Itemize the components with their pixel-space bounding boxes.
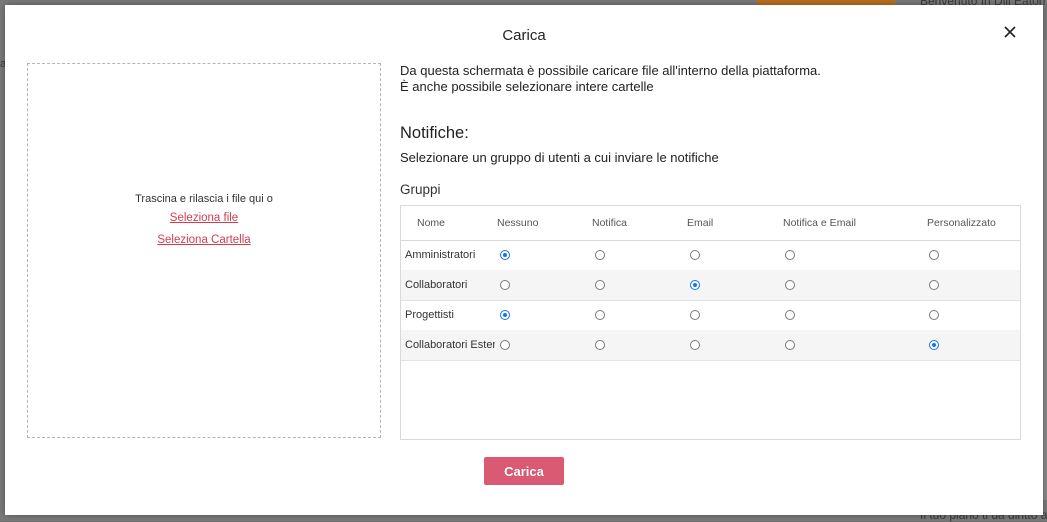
notification-option-radio[interactable] — [929, 280, 939, 290]
radio-cell — [500, 240, 510, 270]
groups-table: Nome Nessuno Notifica Email Notifica e E… — [400, 205, 1021, 440]
groups-title: Gruppi — [400, 182, 441, 197]
radio-cell — [595, 240, 605, 270]
select-file-link[interactable]: Seleziona file — [28, 212, 380, 224]
radio-cell — [785, 300, 795, 330]
group-name: Collaboratori — [405, 279, 468, 291]
notifications-subtitle: Selezionare un gruppo di utenti a cui in… — [400, 150, 719, 165]
table-row: Collaboratori Esterni — [401, 330, 1020, 361]
notification-option-radio[interactable] — [500, 250, 510, 260]
column-header-name: Nome — [417, 217, 446, 229]
notifications-title: Notifiche: — [400, 124, 469, 142]
intro-line-1: Da questa schermata è possibile caricare… — [400, 63, 821, 78]
notification-option-radio[interactable] — [595, 310, 605, 320]
background-scrollbar — [1043, 40, 1047, 500]
column-header-email: Email — [687, 217, 714, 229]
notification-option-radio[interactable] — [929, 340, 939, 350]
group-name: Progettisti — [405, 309, 454, 321]
radio-cell — [595, 330, 605, 360]
upload-modal: Carica Trascina e rilascia i file qui o … — [5, 5, 1043, 515]
table-row: Progettisti — [401, 300, 1020, 331]
table-row: Amministratori — [401, 240, 1020, 271]
radio-cell — [690, 330, 700, 360]
radio-cell — [500, 300, 510, 330]
notification-option-radio[interactable] — [690, 250, 700, 260]
table-row: Collaboratori — [401, 270, 1020, 301]
radio-cell — [690, 300, 700, 330]
groups-table-header: Nome Nessuno Notifica Email Notifica e E… — [401, 206, 1020, 241]
close-icon[interactable] — [1001, 23, 1019, 41]
intro-text: Da questa schermata è possibile caricare… — [400, 63, 821, 95]
intro-line-2: È anche possibile selezionare intere car… — [400, 79, 654, 94]
radio-cell — [929, 240, 939, 270]
notification-option-radio[interactable] — [929, 310, 939, 320]
dropzone-instruction: Trascina e rilascia i file qui o — [135, 193, 273, 205]
radio-cell — [785, 330, 795, 360]
notification-option-radio[interactable] — [595, 340, 605, 350]
radio-cell — [929, 300, 939, 330]
notification-option-radio[interactable] — [595, 280, 605, 290]
group-name: Collaboratori Esterni — [405, 339, 495, 351]
modal-title: Carica — [502, 27, 546, 44]
radio-cell — [500, 270, 510, 300]
notification-option-radio[interactable] — [690, 310, 700, 320]
notification-option-radio[interactable] — [500, 340, 510, 350]
notification-option-radio[interactable] — [690, 340, 700, 350]
close-icon-glyph — [1004, 26, 1016, 38]
notification-option-radio[interactable] — [595, 250, 605, 260]
column-header-notification-email: Notifica e Email — [783, 217, 856, 229]
radio-cell — [595, 300, 605, 330]
upload-submit-button[interactable]: Carica — [484, 457, 564, 485]
radio-cell — [785, 270, 795, 300]
notification-option-radio[interactable] — [785, 280, 795, 290]
notification-option-radio[interactable] — [690, 280, 700, 290]
notification-option-radio[interactable] — [785, 340, 795, 350]
column-header-notification: Notifica — [592, 217, 628, 229]
notification-option-radio[interactable] — [785, 250, 795, 260]
notification-option-radio[interactable] — [500, 280, 510, 290]
radio-cell — [595, 270, 605, 300]
radio-cell — [500, 330, 510, 360]
group-name: Amministratori — [405, 249, 476, 261]
radio-cell — [690, 240, 700, 270]
notification-option-radio[interactable] — [785, 310, 795, 320]
radio-cell — [690, 270, 700, 300]
notification-option-radio[interactable] — [929, 250, 939, 260]
column-header-none: Nessuno — [497, 217, 539, 229]
notification-option-radio[interactable] — [500, 310, 510, 320]
column-header-custom: Personalizzato — [927, 217, 996, 229]
radio-cell — [929, 330, 939, 360]
radio-cell — [785, 240, 795, 270]
radio-cell — [929, 270, 939, 300]
file-dropzone[interactable]: Trascina e rilascia i file qui o Selezio… — [27, 63, 381, 438]
select-folder-link[interactable]: Seleziona Cartella — [28, 234, 380, 246]
